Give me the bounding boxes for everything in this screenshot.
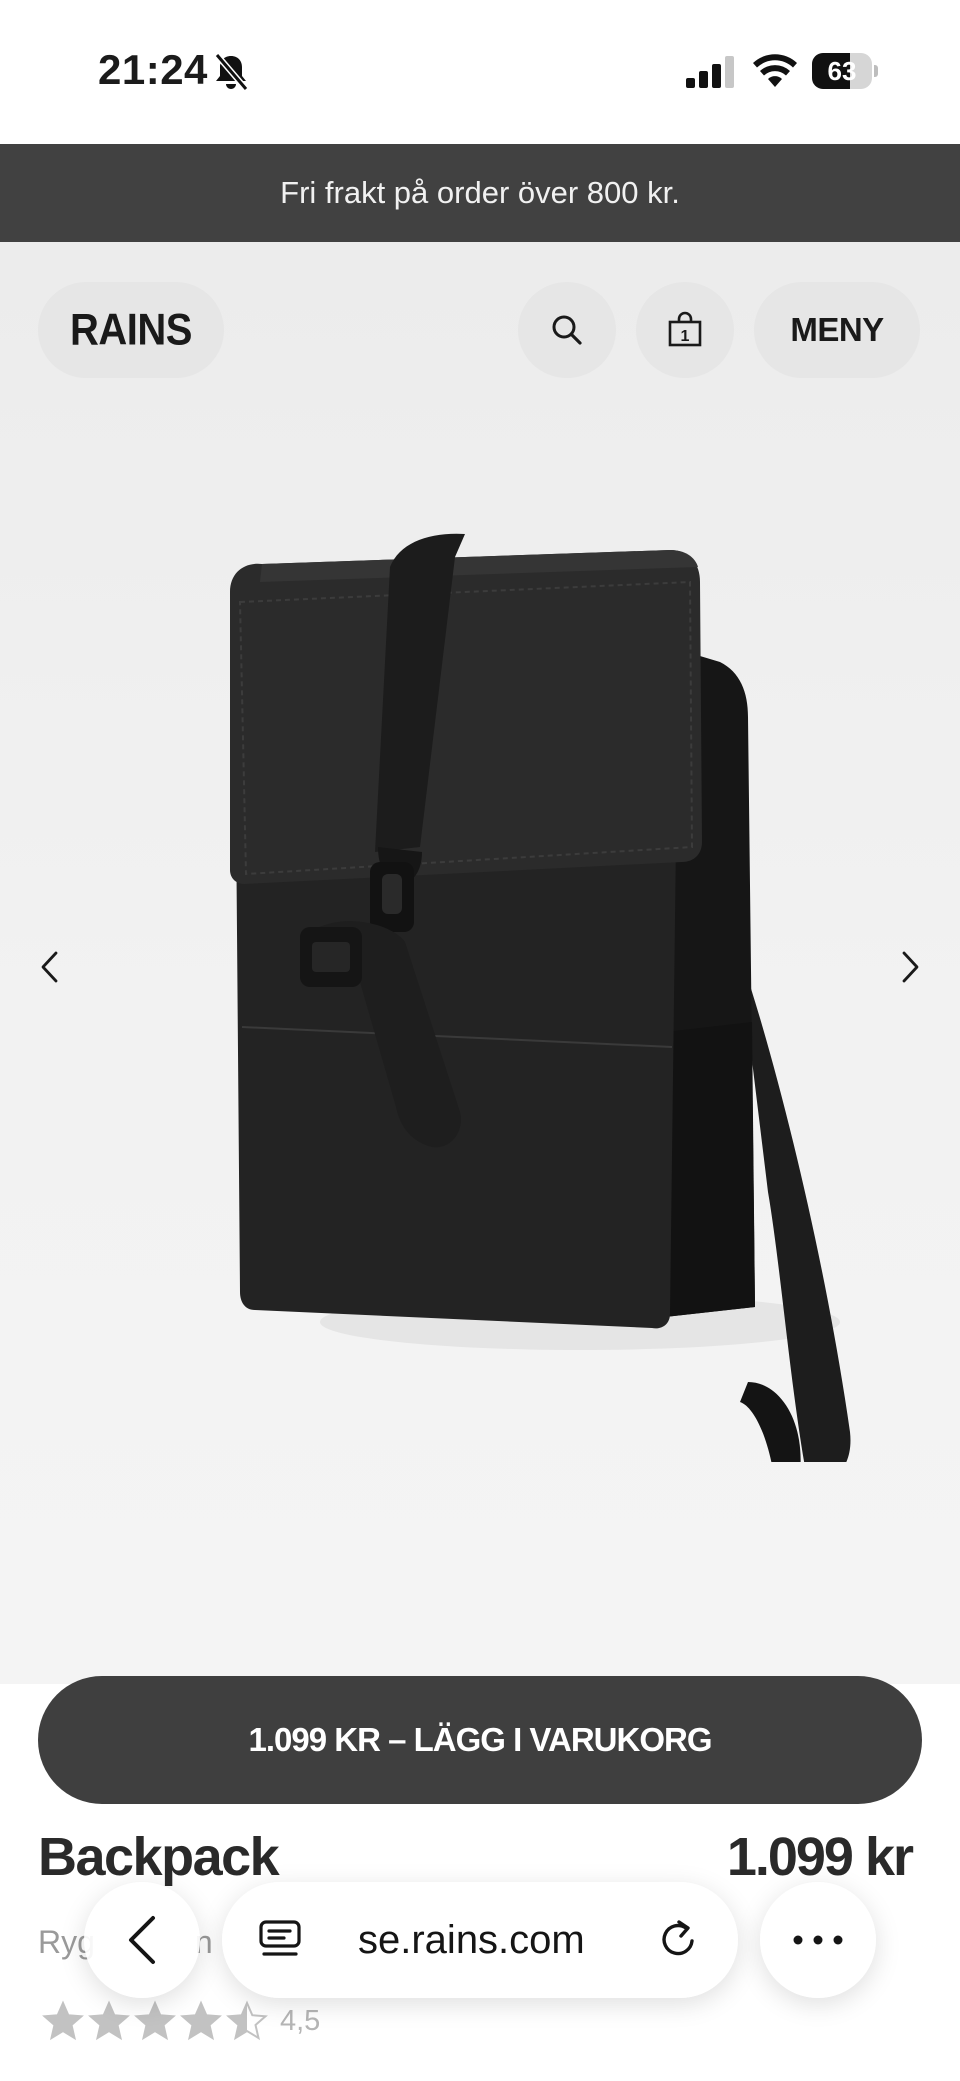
previous-image-button[interactable] bbox=[30, 942, 70, 992]
next-image-button[interactable] bbox=[890, 942, 930, 992]
star-full-icon bbox=[42, 2000, 84, 2041]
menu-label: MENY bbox=[790, 311, 884, 348]
bell-slash-icon bbox=[214, 53, 249, 91]
search-button[interactable] bbox=[518, 282, 616, 378]
browser-more-button[interactable] bbox=[760, 1882, 876, 1998]
add-to-cart-button[interactable]: 1.099 KR – LÄGG I VARUKORG bbox=[38, 1676, 922, 1804]
product-title: Backpack bbox=[38, 1827, 280, 1887]
star-full-icon bbox=[88, 2000, 130, 2041]
shopping-bag-icon: 1 bbox=[668, 311, 702, 347]
product-image bbox=[230, 533, 851, 1462]
wifi-icon bbox=[753, 54, 797, 87]
rating-value: 4,5 bbox=[280, 2004, 321, 2037]
url-text: se.rains.com bbox=[358, 1918, 585, 1962]
chevron-left-icon bbox=[41, 951, 58, 983]
address-bar[interactable]: se.rains.com bbox=[222, 1882, 738, 1998]
battery-level: 63 bbox=[827, 56, 857, 86]
cart-count: 1 bbox=[681, 328, 690, 345]
tabs-icon bbox=[259, 1920, 301, 1956]
status-bar: 21:24 63 bbox=[0, 0, 960, 144]
product-gallery[interactable]: RAINS 1 MENY bbox=[0, 242, 960, 1684]
product-rating[interactable]: 4,5 bbox=[42, 2000, 320, 2042]
search-icon bbox=[552, 315, 582, 345]
rains-logo: RAINS bbox=[70, 304, 192, 355]
more-icon bbox=[793, 1935, 843, 1945]
status-time: 21:24 bbox=[98, 46, 208, 93]
chevron-right-icon bbox=[902, 951, 919, 983]
promo-banner[interactable]: Fri frakt på order över 800 kr. bbox=[0, 144, 960, 242]
product-price: 1.099 kr bbox=[726, 1827, 914, 1887]
back-chevron-icon bbox=[129, 1916, 155, 1964]
star-full-icon bbox=[134, 2000, 176, 2041]
battery-icon: 63 bbox=[812, 53, 878, 89]
logo-button[interactable]: RAINS bbox=[38, 282, 224, 378]
menu-button[interactable]: MENY bbox=[754, 282, 920, 378]
cart-button[interactable]: 1 bbox=[636, 282, 734, 378]
star-full-icon bbox=[180, 2000, 222, 2041]
browser-back-button[interactable] bbox=[84, 1882, 200, 1998]
cellular-signal-icon bbox=[686, 56, 734, 88]
star-half-icon bbox=[226, 2000, 268, 2041]
reload-icon[interactable] bbox=[656, 1916, 702, 1962]
rating-stars bbox=[42, 2000, 268, 2042]
